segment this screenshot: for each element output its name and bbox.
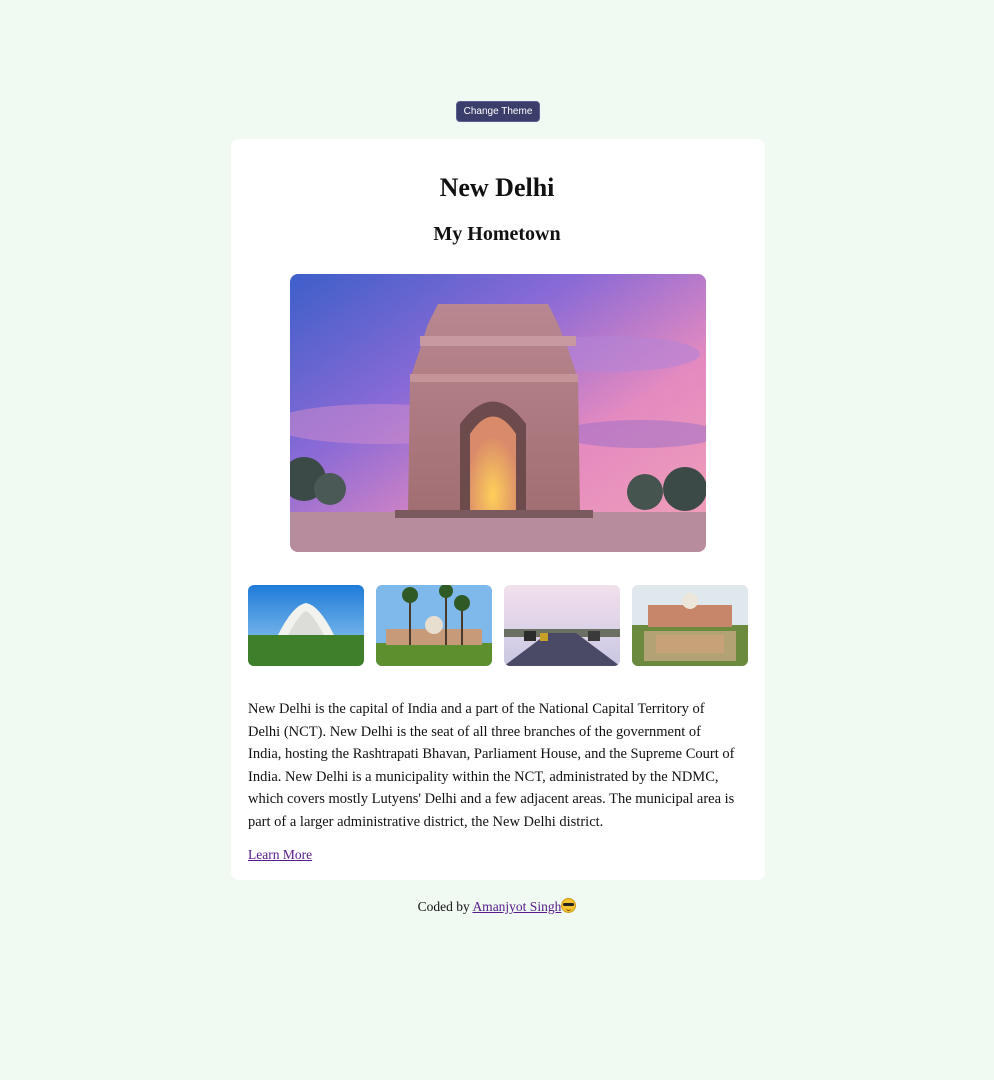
author-link[interactable]: Amanjyot Singh xyxy=(472,899,561,914)
footer-prefix: Coded by xyxy=(417,899,473,914)
city-description: New Delhi is the capital of India and a … xyxy=(248,701,735,830)
change-theme-button[interactable]: Change Theme xyxy=(456,101,540,122)
humayun-tomb-image xyxy=(632,585,748,666)
rajpath-road-image xyxy=(504,585,620,666)
page-subtitle: My Hometown xyxy=(433,223,561,245)
india-gate-image xyxy=(290,274,706,552)
footer: Coded by Amanjyot Singh xyxy=(0,898,994,915)
safdarjung-tomb-image xyxy=(376,585,492,666)
page-title: New Delhi xyxy=(439,173,555,202)
learn-more-link[interactable]: Learn More xyxy=(248,847,312,863)
sunglasses-emoji-icon xyxy=(561,898,577,913)
lotus-temple-image xyxy=(248,585,364,666)
